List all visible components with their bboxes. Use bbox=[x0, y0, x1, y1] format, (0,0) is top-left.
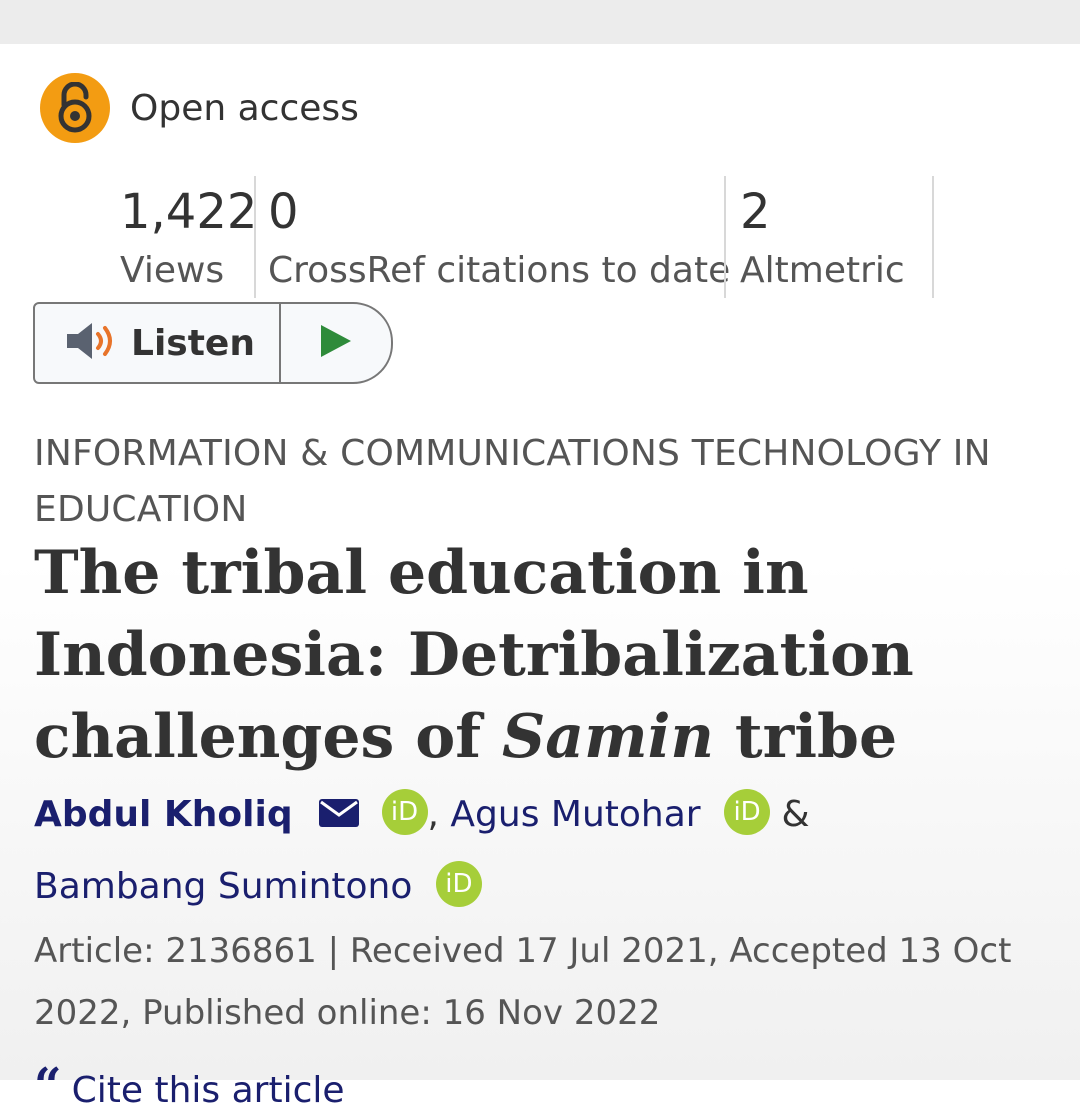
listen-widget: Listen bbox=[33, 302, 393, 384]
orcid-icon[interactable]: iD bbox=[724, 789, 771, 835]
speaker-icon bbox=[65, 320, 121, 366]
author-link[interactable]: Bambang Sumintono bbox=[34, 866, 412, 907]
author-separator: , bbox=[427, 794, 439, 835]
metric-value: 1,422 bbox=[120, 184, 258, 240]
metric-divider bbox=[724, 176, 726, 298]
metric-divider bbox=[932, 176, 934, 298]
play-icon bbox=[319, 323, 353, 363]
metric-views: 1,422 Views bbox=[120, 176, 258, 298]
author-link[interactable]: Agus Mutohar bbox=[450, 794, 700, 835]
play-button[interactable] bbox=[281, 304, 391, 382]
listen-button[interactable]: Listen bbox=[35, 304, 281, 382]
cite-label: Cite this article bbox=[71, 1070, 345, 1111]
article-meta: Article: 2136861 | Received 17 Jul 2021,… bbox=[34, 931, 1012, 1033]
author-link[interactable]: Abdul Kholiq bbox=[34, 794, 293, 835]
cite-link[interactable]: “Cite this article bbox=[34, 1058, 345, 1114]
top-bar bbox=[0, 0, 1080, 44]
metric-label: Views bbox=[120, 250, 225, 291]
metric-label: CrossRef citations to date bbox=[268, 250, 731, 291]
metric-value: 2 bbox=[740, 184, 771, 240]
author-separator: & bbox=[781, 794, 810, 835]
orcid-icon[interactable]: iD bbox=[435, 861, 482, 907]
listen-label: Listen bbox=[131, 322, 255, 364]
orcid-icon[interactable]: iD bbox=[381, 789, 428, 835]
envelope-icon[interactable] bbox=[318, 796, 371, 837]
metric-label: Altmetric bbox=[740, 250, 905, 291]
article-title: The tribal education in Indonesia: Detri… bbox=[34, 532, 1074, 778]
author-list: Abdul Kholiq iD, Agus Mutohar iD & Bamba… bbox=[34, 780, 1074, 922]
open-access-label: Open access bbox=[130, 87, 359, 129]
metric-crossref-citations[interactable]: 0 CrossRef citations to date bbox=[268, 176, 730, 298]
metric-divider bbox=[254, 176, 256, 298]
quote-icon: “ bbox=[34, 1058, 62, 1114]
open-lock-icon bbox=[40, 73, 110, 143]
title-italic-text: Samin bbox=[501, 702, 715, 772]
metric-altmetric[interactable]: 2 Altmetric bbox=[740, 176, 934, 298]
article-subject[interactable]: INFORMATION & COMMUNICATIONS TECHNOLOGY … bbox=[34, 426, 1074, 538]
title-text-end: tribe bbox=[714, 702, 898, 772]
open-access-badge: Open access bbox=[40, 72, 359, 144]
metric-value: 0 bbox=[268, 184, 299, 240]
